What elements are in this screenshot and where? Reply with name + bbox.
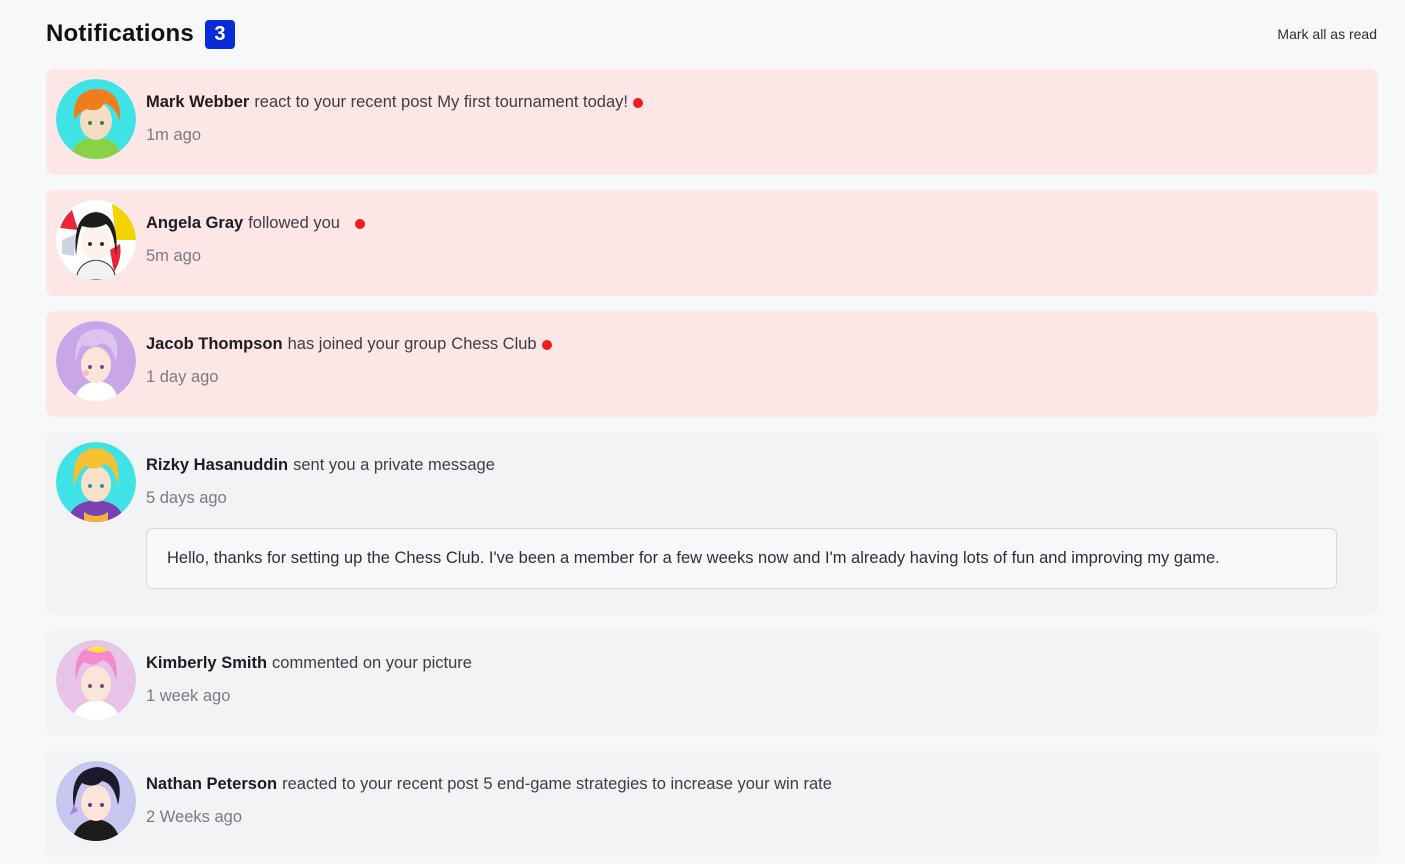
avatar-orange-hair-icon: [56, 79, 136, 159]
user-name[interactable]: Mark Webber: [146, 93, 249, 112]
avatar-dark-hair-girl-icon: [56, 200, 136, 280]
notification-text: Nathan Peterson reacted to your recent p…: [146, 775, 1358, 794]
notification-item[interactable]: Rizky Hasanuddin sent you a private mess…: [46, 432, 1378, 615]
avatar[interactable]: [56, 321, 136, 401]
notification-content: Kimberly Smith commented on your picture…: [146, 654, 1358, 706]
timestamp: 5 days ago: [146, 489, 227, 507]
group-link[interactable]: Chess Club: [451, 335, 536, 354]
timestamp: 1 week ago: [146, 687, 231, 705]
notifications-header: Notifications 3 Mark all as read: [46, 14, 1377, 54]
timestamp: 5m ago: [146, 247, 202, 265]
notification-item[interactable]: Angela Gray followed you 5m ago: [46, 190, 1378, 296]
notifications-page: Notifications 3 Mark all as read Mark We…: [0, 0, 1405, 864]
notification-item[interactable]: Jacob Thompson has joined your group Che…: [46, 311, 1378, 417]
notification-content: Rizky Hasanuddin sent you a private mess…: [146, 456, 1358, 508]
unread-dot: [354, 218, 365, 229]
action-text: react to your recent post: [254, 93, 433, 111]
user-name[interactable]: Nathan Peterson: [146, 775, 277, 794]
action-text: commented on your picture: [272, 654, 472, 672]
avatar[interactable]: [56, 761, 136, 841]
action-text: sent you a private message: [293, 456, 495, 474]
timestamp: 2 Weeks ago: [146, 808, 243, 826]
user-name[interactable]: Angela Gray: [146, 214, 243, 233]
notification-item[interactable]: Nathan Peterson reacted to your recent p…: [46, 751, 1378, 857]
action-text: has joined your group: [287, 335, 447, 353]
title-group: Notifications 3: [46, 19, 235, 49]
avatar[interactable]: [56, 79, 136, 159]
avatar-black-hair-boy-icon: [56, 761, 136, 841]
notification-item[interactable]: Kimberly Smith commented on your picture…: [46, 630, 1378, 736]
unread-dot: [541, 339, 552, 350]
avatar-blonde-boy-icon: [56, 442, 136, 522]
page-title: Notifications: [46, 20, 194, 47]
action-text: reacted to your recent post: [282, 775, 479, 793]
mark-all-read-button[interactable]: Mark all as read: [1277, 26, 1377, 42]
notification-text: Mark Webber react to your recent post My…: [146, 93, 1358, 112]
notification-text: Angela Gray followed you: [146, 214, 1358, 233]
action-text: followed you: [248, 214, 340, 232]
notification-text: Jacob Thompson has joined your group Che…: [146, 335, 1358, 354]
avatar-pink-hair-icon: [56, 640, 136, 720]
user-name[interactable]: Kimberly Smith: [146, 654, 267, 673]
avatar-lavender-hair-icon: [56, 321, 136, 401]
avatar[interactable]: [56, 640, 136, 720]
timestamp: 1m ago: [146, 126, 202, 144]
avatar[interactable]: [56, 200, 136, 280]
timestamp: 1 day ago: [146, 368, 219, 386]
unread-count-badge: 3: [204, 19, 235, 49]
avatar[interactable]: [56, 442, 136, 522]
user-name[interactable]: Jacob Thompson: [146, 335, 283, 354]
notification-text: Kimberly Smith commented on your picture: [146, 654, 1358, 673]
unread-dot: [633, 97, 643, 108]
notification-item[interactable]: Mark Webber react to your recent post My…: [46, 69, 1378, 175]
notification-content: Jacob Thompson has joined your group Che…: [146, 335, 1358, 387]
user-name[interactable]: Rizky Hasanuddin: [146, 456, 288, 475]
notification-content: Nathan Peterson reacted to your recent p…: [146, 775, 1358, 827]
post-link[interactable]: My first tournament today!: [437, 93, 628, 112]
post-link[interactable]: 5 end-game strategies to increase your w…: [483, 775, 832, 794]
notification-text: Rizky Hasanuddin sent you a private mess…: [146, 456, 1358, 475]
notification-list: Mark Webber react to your recent post My…: [46, 69, 1378, 864]
notification-content: Mark Webber react to your recent post My…: [146, 93, 1358, 145]
private-message-box[interactable]: Hello, thanks for setting up the Chess C…: [146, 528, 1337, 589]
notification-content: Angela Gray followed you 5m ago: [146, 214, 1358, 266]
